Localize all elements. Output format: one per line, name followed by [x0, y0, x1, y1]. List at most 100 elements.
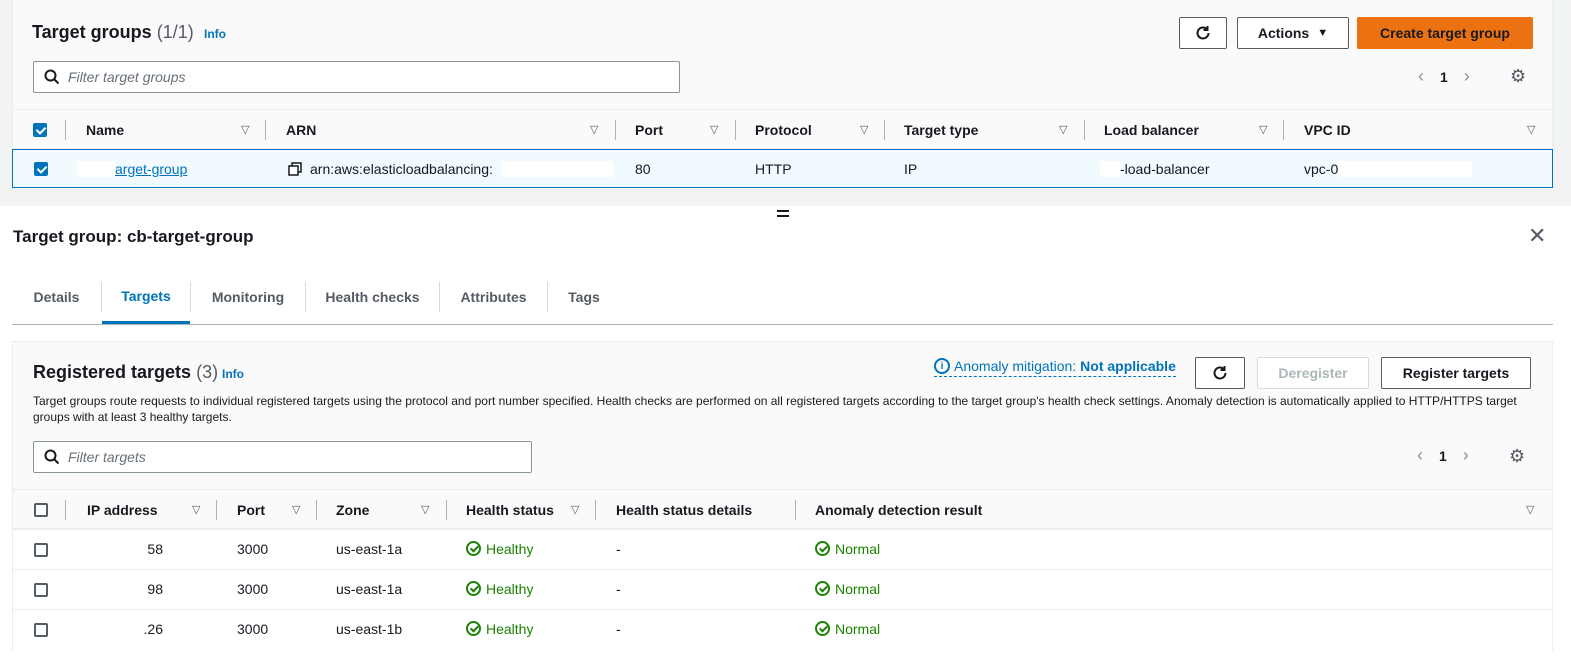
- target-groups-panel: Target groups (1/1) Info Actions ▼ Creat…: [0, 0, 1571, 206]
- col-health-status-details[interactable]: Health status details: [616, 490, 752, 530]
- registered-targets-info-link[interactable]: Info: [222, 367, 244, 381]
- table-row[interactable]: arget-group arn:aws:elasticloadbalancing…: [12, 149, 1553, 188]
- tab-tags[interactable]: Tags: [548, 270, 620, 324]
- register-targets-button[interactable]: Register targets: [1381, 357, 1531, 389]
- sort-icon[interactable]: ▽: [1526, 503, 1534, 516]
- tab-health-checks[interactable]: Health checks: [306, 270, 439, 324]
- previous-page-icon[interactable]: ‹: [1418, 66, 1424, 87]
- target-groups-count: (1/1): [156, 22, 194, 42]
- detail-title: Target group: cb-target-group: [13, 227, 254, 246]
- targets-table-header: IP address ▽ Port ▽ Zone ▽ Health status…: [13, 489, 1552, 529]
- sort-icon[interactable]: ▽: [1527, 123, 1535, 136]
- select-all-targets-checkbox[interactable]: [34, 503, 48, 517]
- health-details-cell: -: [616, 580, 621, 597]
- close-icon[interactable]: ✕: [1528, 225, 1546, 247]
- copy-icon[interactable]: [288, 161, 302, 176]
- target-groups-info-link[interactable]: Info: [204, 27, 226, 41]
- sort-icon[interactable]: ▽: [710, 123, 718, 136]
- filter-target-groups-search: [33, 61, 680, 93]
- health-status-cell: Healthy: [466, 570, 533, 607]
- refresh-targets-button[interactable]: [1195, 357, 1245, 389]
- table-row[interactable]: 58 3000 us-east-1a Healthy - Normal: [13, 529, 1552, 569]
- load-balancer-cell: -load-balancer: [1100, 150, 1210, 187]
- col-ip-address[interactable]: IP address: [87, 490, 158, 530]
- port-cell: 3000: [237, 540, 269, 557]
- anomaly-result-value: Normal: [835, 580, 881, 597]
- ip-address-cell: 58: [147, 540, 163, 557]
- col-port[interactable]: Port: [237, 490, 265, 530]
- table-row[interactable]: .26 3000 us-east-1b Healthy - Normal: [13, 609, 1552, 651]
- check-circle-icon: [466, 621, 481, 636]
- sort-icon[interactable]: ▽: [590, 123, 598, 136]
- col-vpc-id[interactable]: VPC ID: [1304, 110, 1351, 150]
- col-load-balancer[interactable]: Load balancer: [1104, 110, 1199, 150]
- port-cell: 80: [635, 160, 651, 177]
- current-page[interactable]: 1: [1439, 448, 1447, 464]
- target-groups-title: Target groups: [32, 22, 152, 42]
- col-arn[interactable]: ARN: [286, 110, 316, 150]
- tab-details[interactable]: Details: [12, 270, 101, 324]
- col-target-type[interactable]: Target type: [904, 110, 978, 150]
- anomaly-mitigation-link[interactable]: i Anomaly mitigation: Not applicable: [934, 358, 1176, 377]
- col-port[interactable]: Port: [635, 110, 663, 150]
- anomaly-result-value: Normal: [835, 620, 881, 637]
- sort-icon[interactable]: ▽: [1059, 123, 1067, 136]
- target-group-name-link[interactable]: arget-group: [115, 161, 187, 177]
- arn-cell: arn:aws:elasticloadbalancing:: [288, 150, 613, 187]
- col-health-status[interactable]: Health status: [466, 490, 554, 530]
- next-page-icon[interactable]: ›: [1464, 66, 1470, 87]
- sort-icon[interactable]: ▽: [292, 503, 300, 516]
- sort-icon[interactable]: ▽: [571, 503, 579, 516]
- arn-value: arn:aws:elasticloadbalancing:: [310, 160, 493, 177]
- table-row[interactable]: 98 3000 us-east-1a Healthy - Normal: [13, 569, 1552, 609]
- select-all-checkbox[interactable]: [33, 123, 47, 137]
- sort-icon[interactable]: ▽: [421, 503, 429, 516]
- name-cell: arget-group: [77, 150, 187, 187]
- sort-icon[interactable]: ▽: [241, 123, 249, 136]
- refresh-button[interactable]: [1179, 17, 1227, 49]
- row-checkbox[interactable]: [34, 623, 48, 637]
- port-cell: 3000: [237, 620, 269, 637]
- current-page[interactable]: 1: [1440, 69, 1448, 85]
- ip-address-cell: .26: [143, 620, 163, 637]
- zone-cell: us-east-1a: [336, 540, 403, 557]
- check-circle-icon: [815, 581, 830, 596]
- previous-page-icon[interactable]: ‹: [1417, 445, 1423, 466]
- filter-targets-input[interactable]: [68, 449, 507, 465]
- actions-dropdown-button[interactable]: Actions ▼: [1237, 17, 1349, 49]
- col-protocol[interactable]: Protocol: [755, 110, 812, 150]
- anomaly-mitigation-label: Anomaly mitigation:: [954, 358, 1077, 374]
- tab-targets[interactable]: Targets: [102, 270, 190, 324]
- create-target-group-button[interactable]: Create target group: [1357, 17, 1533, 49]
- check-circle-icon: [815, 621, 830, 636]
- sort-icon[interactable]: ▽: [192, 503, 200, 516]
- col-zone[interactable]: Zone: [336, 490, 369, 530]
- sort-icon[interactable]: ▽: [1259, 123, 1267, 136]
- tab-attributes[interactable]: Attributes: [440, 270, 547, 324]
- row-checkbox[interactable]: [34, 583, 48, 597]
- registered-targets-title: Registered targets: [33, 362, 192, 382]
- next-page-icon[interactable]: ›: [1463, 445, 1469, 466]
- deregister-button[interactable]: Deregister: [1257, 357, 1369, 389]
- sort-icon[interactable]: ▽: [860, 123, 868, 136]
- row-checkbox[interactable]: [34, 162, 48, 176]
- anomaly-result-cell: Normal: [815, 530, 880, 567]
- health-status-value: Healthy: [486, 620, 534, 637]
- registered-targets-card: Registered targets (3) Info i Anomaly mi…: [12, 341, 1553, 651]
- filter-target-groups-input[interactable]: [68, 69, 640, 85]
- vpc-id-cell: vpc-0: [1304, 150, 1473, 187]
- anomaly-result-value: Normal: [835, 540, 881, 557]
- gear-icon[interactable]: ⚙: [1510, 67, 1528, 85]
- registered-targets-description: Target groups route requests to individu…: [33, 394, 1517, 424]
- col-anomaly-detection-result[interactable]: Anomaly detection result: [815, 490, 982, 530]
- panel-resize-handle[interactable]: [777, 210, 789, 218]
- anomaly-result-cell: Normal: [815, 570, 880, 607]
- row-checkbox[interactable]: [34, 543, 48, 557]
- health-status-value: Healthy: [486, 540, 534, 557]
- col-name[interactable]: Name: [86, 110, 124, 150]
- check-circle-icon: [466, 581, 481, 596]
- gear-icon[interactable]: ⚙: [1509, 447, 1527, 465]
- check-circle-icon: [466, 541, 481, 556]
- tab-monitoring[interactable]: Monitoring: [191, 270, 305, 324]
- health-details-cell: -: [616, 540, 621, 557]
